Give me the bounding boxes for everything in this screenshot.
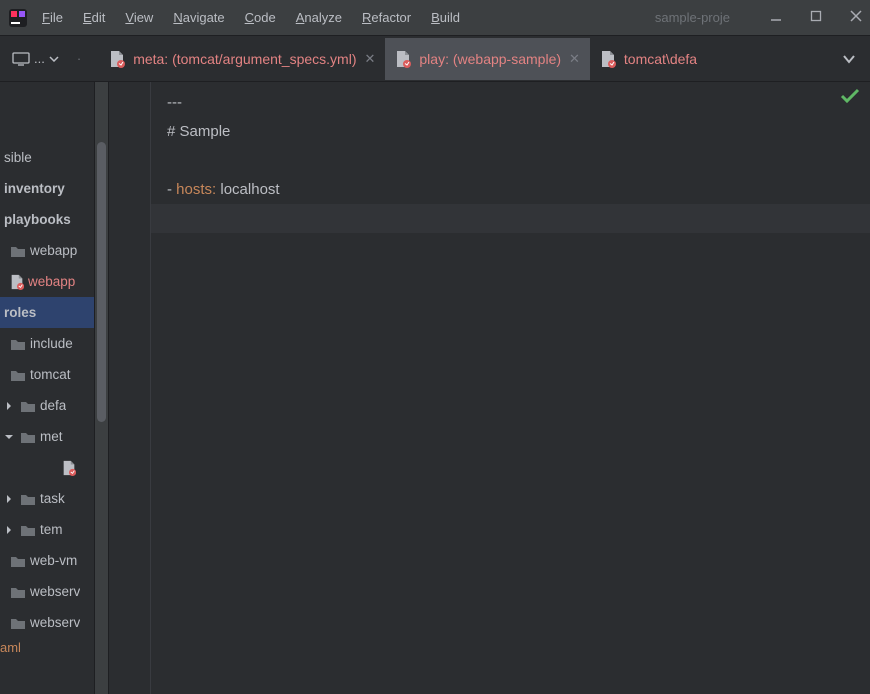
menu-item-edit[interactable]: Edit bbox=[81, 6, 107, 29]
close-icon[interactable]: ✕ bbox=[364, 51, 375, 67]
chevron-right-icon[interactable] bbox=[2, 523, 16, 537]
editor-tabs: meta: (tomcat/argument_specs.yml)✕play: … bbox=[99, 36, 832, 81]
toolbar-dropdown-label: ... bbox=[34, 51, 45, 66]
editor-line[interactable]: --- bbox=[167, 88, 870, 117]
window-controls bbox=[770, 10, 862, 25]
close-button[interactable] bbox=[850, 10, 862, 25]
yaml-file-icon bbox=[10, 274, 24, 290]
titlebar: File Edit View Navigate Code Analyze Refactor B… bbox=[0, 0, 870, 36]
tree-item-label: include bbox=[30, 336, 73, 351]
menu-item-navigate[interactable]: Navigate bbox=[171, 6, 226, 29]
editor-gutter bbox=[109, 82, 151, 694]
editor-line[interactable]: # Sample bbox=[167, 117, 870, 146]
tab-label: play: (webapp-sample) bbox=[419, 51, 561, 67]
tree-item[interactable]: tomcat bbox=[0, 359, 94, 390]
menu-item-file[interactable]: File bbox=[40, 6, 65, 29]
app-icon bbox=[8, 8, 28, 28]
tree-item-label: tomcat bbox=[30, 367, 71, 382]
folder-icon bbox=[10, 368, 26, 382]
tree-item[interactable]: sible bbox=[0, 142, 94, 173]
menu-item-code[interactable]: Code bbox=[243, 6, 278, 29]
folder-icon bbox=[10, 244, 26, 258]
close-icon[interactable]: ✕ bbox=[569, 51, 580, 67]
tree-item[interactable]: webapp bbox=[0, 235, 94, 266]
tree-item-label: inventory bbox=[4, 181, 65, 196]
editor-tab[interactable]: tomcat\defa bbox=[590, 38, 707, 80]
tree-item-label: sible bbox=[4, 150, 32, 165]
tree-item-label: web-vm bbox=[30, 553, 77, 568]
sidebar-bottom-label: aml bbox=[0, 638, 94, 655]
yaml-file-icon bbox=[109, 50, 125, 68]
folder-icon bbox=[20, 523, 36, 537]
tree-item-label: met bbox=[40, 429, 63, 444]
editor-line[interactable]: - hosts: localhost bbox=[167, 175, 870, 204]
tree-item[interactable]: met bbox=[0, 421, 94, 452]
project-title: sample-proje bbox=[655, 10, 730, 25]
menu-item-analyze[interactable]: Analyze bbox=[294, 6, 344, 29]
scrollbar-thumb[interactable] bbox=[97, 142, 106, 422]
folder-icon bbox=[20, 430, 36, 444]
tree-item[interactable]: tem bbox=[0, 514, 94, 545]
minimize-button[interactable] bbox=[770, 10, 782, 25]
chevron-right-icon[interactable] bbox=[2, 492, 16, 506]
tabs-overflow-button[interactable] bbox=[832, 36, 866, 81]
tree-item-label: tem bbox=[40, 522, 63, 537]
menu-item-view[interactable]: View bbox=[123, 6, 155, 29]
tree-item-label: webapp bbox=[30, 243, 77, 258]
tree-item[interactable]: include bbox=[0, 328, 94, 359]
tree-item-label: webserv bbox=[30, 615, 80, 630]
chevron-down-icon[interactable] bbox=[2, 430, 16, 444]
folder-icon bbox=[20, 492, 36, 506]
folder-icon bbox=[10, 337, 26, 351]
tree-item[interactable] bbox=[0, 452, 94, 483]
tree-item-label: playbooks bbox=[4, 212, 71, 227]
tree-item[interactable]: playbooks bbox=[0, 204, 94, 235]
yaml-file-icon bbox=[62, 460, 76, 476]
editor-line[interactable] bbox=[167, 146, 870, 175]
folder-icon bbox=[10, 616, 26, 630]
tree-item[interactable]: defa bbox=[0, 390, 94, 421]
folder-icon bbox=[10, 554, 26, 568]
tab-label: tomcat\defa bbox=[624, 51, 697, 67]
sidebar-scrollbar[interactable] bbox=[95, 82, 109, 694]
toolbar: ... · meta: (tomcat/argument_specs.yml) ✕… bbox=[0, 36, 870, 82]
menu-item-refactor[interactable]: Refactor bbox=[360, 6, 413, 29]
project-tree[interactable]: sible inventory playbooks webapp webapp roles… bbox=[0, 142, 94, 638]
tree-item[interactable]: task bbox=[0, 483, 94, 514]
tree-item-label: roles bbox=[4, 305, 36, 320]
editor-line[interactable] bbox=[151, 204, 870, 233]
toolbar-separator-dot: · bbox=[77, 51, 81, 66]
code-editor[interactable]: ---# Sample - hosts: localhost bbox=[151, 82, 870, 694]
tree-item-label: defa bbox=[40, 398, 66, 413]
tree-item[interactable]: web-vm bbox=[0, 545, 94, 576]
tab-label: meta: (tomcat/argument_specs.yml) bbox=[133, 51, 356, 67]
editor-tab[interactable]: play: (webapp-sample) ✕ bbox=[385, 38, 590, 80]
folder-icon bbox=[10, 585, 26, 599]
menu-item-build[interactable]: Build bbox=[429, 6, 462, 29]
inspection-ok-icon[interactable] bbox=[840, 88, 860, 108]
editor-tab[interactable]: meta: (tomcat/argument_specs.yml) ✕ bbox=[99, 38, 385, 80]
menubar: File Edit View Navigate Code Analyze Refactor B… bbox=[40, 6, 655, 29]
tree-item[interactable]: webserv bbox=[0, 607, 94, 638]
tree-item-label: task bbox=[40, 491, 65, 506]
yaml-file-icon bbox=[600, 50, 616, 68]
tree-item[interactable]: webapp bbox=[0, 266, 94, 297]
chevron-right-icon[interactable] bbox=[2, 399, 16, 413]
tree-item-label: webapp bbox=[28, 274, 75, 289]
tree-item[interactable]: inventory bbox=[0, 173, 94, 204]
folder-icon bbox=[20, 399, 36, 413]
tree-item[interactable]: webserv bbox=[0, 576, 94, 607]
main-area: sible inventory playbooks webapp webapp roles… bbox=[0, 82, 870, 694]
tree-item-label: webserv bbox=[30, 584, 80, 599]
project-sidebar: sible inventory playbooks webapp webapp roles… bbox=[0, 82, 95, 694]
yaml-file-icon bbox=[395, 50, 411, 68]
maximize-button[interactable] bbox=[810, 10, 822, 25]
toolbar-dropdown[interactable]: ... bbox=[4, 47, 67, 70]
tree-item[interactable]: roles bbox=[0, 297, 94, 328]
